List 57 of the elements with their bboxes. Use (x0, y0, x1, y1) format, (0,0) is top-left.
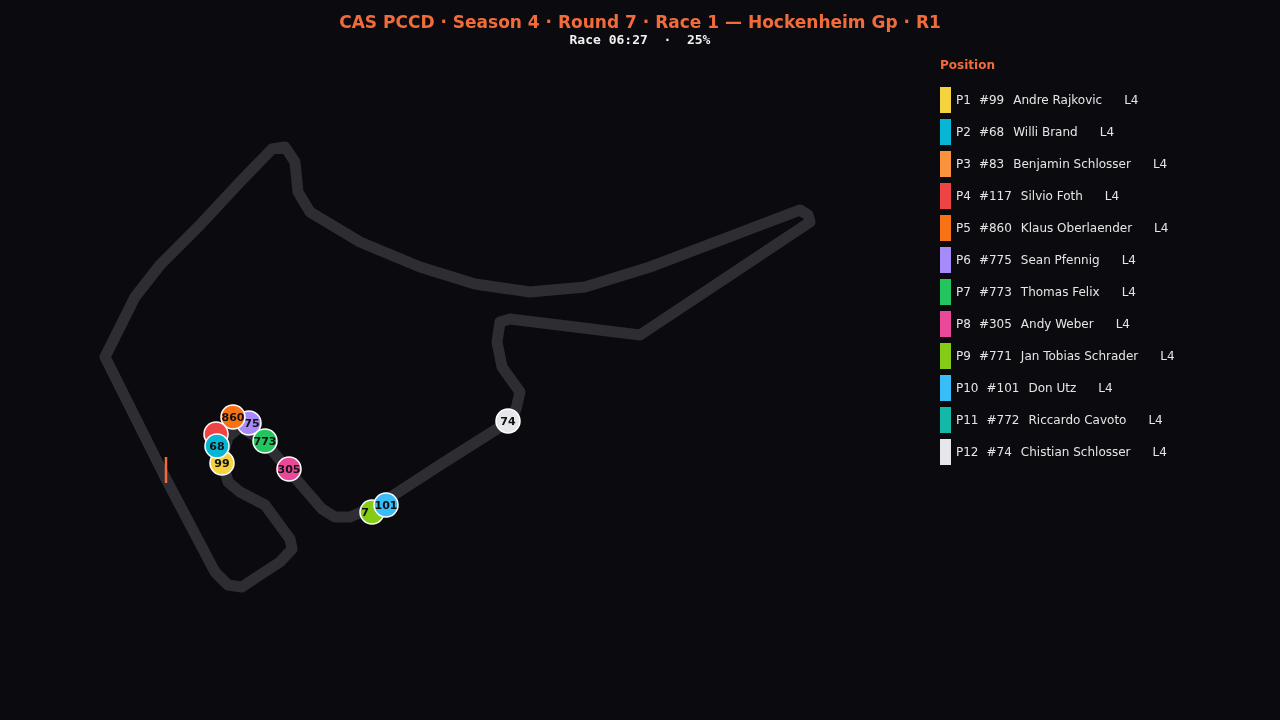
car-number: #83 (978, 157, 1005, 171)
driver-name: Willi Brand (1013, 125, 1078, 139)
driver-position: P11 (956, 413, 979, 427)
car-marker: 68 (204, 433, 230, 459)
car-number: #772 (986, 413, 1020, 427)
race-title: CAS PCCD · Season 4 · Round 7 · Race 1 — Hockenheim Gp · R1 (339, 12, 941, 32)
driver-name: Klaus Oberlaender (1020, 221, 1133, 235)
car-number: #860 (978, 221, 1012, 235)
car-number: #773 (978, 285, 1012, 299)
driver-position: P7 (956, 285, 971, 299)
driver-position: P5 (956, 221, 971, 235)
driver-position: P12 (956, 445, 979, 459)
driver-position: P3 (956, 157, 971, 171)
driver-position: P10 (956, 381, 979, 395)
driver-lap: L4 (1099, 125, 1115, 139)
car-number: #68 (978, 125, 1005, 139)
car-number: #775 (978, 253, 1012, 267)
race-clock: Race 06:27 · 25% (569, 32, 711, 47)
driver-lap: L4 (1098, 381, 1113, 395)
driver-position: P2 (956, 125, 971, 139)
driver-lap: L4 (1104, 189, 1120, 203)
driver-lap: L4 (1121, 253, 1136, 267)
driver-lap: L4 (1148, 413, 1163, 427)
driver-name: Andre Rajkovic (1013, 93, 1103, 107)
car-marker: 773 (252, 428, 278, 454)
driver-name: Silvio Foth (1020, 189, 1083, 203)
driver-position: P9 (956, 349, 971, 363)
driver-lap: L4 (1154, 221, 1169, 235)
driver-name: Benjamin Schlosser (1013, 157, 1131, 171)
car-marker: 101 (373, 492, 399, 518)
driver-lap: L4 (1121, 285, 1136, 299)
car-number: #74 (986, 445, 1012, 459)
car-number: #101 (986, 381, 1020, 395)
start-finish-line (164, 457, 168, 483)
driver-position: P1 (956, 93, 971, 107)
car-number: #117 (978, 189, 1012, 203)
driver-name: Riccardo Cavoto (1028, 413, 1127, 427)
driver-position: P4 (956, 189, 971, 203)
driver-lap: L4 (1124, 93, 1139, 107)
car-marker: 305 (276, 456, 302, 482)
driver-position: P8 (956, 317, 971, 331)
car-number: #771 (978, 349, 1012, 363)
driver-lap: L4 (1152, 445, 1167, 459)
car-number: #99 (978, 93, 1005, 107)
driver-position: P6 (956, 253, 971, 267)
driver-lap: L4 (1152, 157, 1168, 171)
driver-lap: L4 (1115, 317, 1130, 331)
car-number: #305 (978, 317, 1012, 331)
driver-name: Sean Pfennig (1020, 253, 1100, 267)
driver-lap: L4 (1160, 349, 1175, 363)
car-marker: 74 (495, 408, 521, 434)
driver-name: Don Utz (1028, 381, 1077, 395)
driver-name: Thomas Felix (1020, 285, 1100, 299)
driver-name: Andy Weber (1020, 317, 1094, 331)
driver-name: Chistian Schlosser (1020, 445, 1131, 459)
legend-title: Position (940, 58, 996, 72)
driver-name: Jan Tobias Schrader (1020, 349, 1139, 363)
